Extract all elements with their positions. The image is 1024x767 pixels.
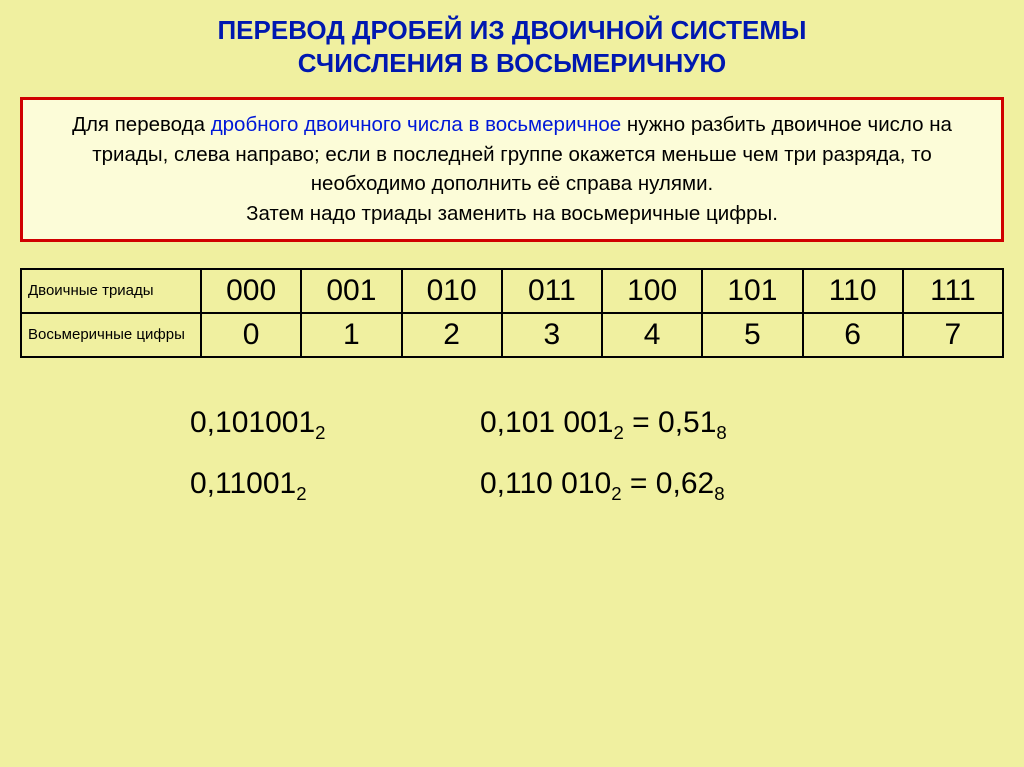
rule-pre: Для перевода [72, 113, 211, 136]
base-sub: 8 [714, 483, 724, 504]
base-sub: 2 [613, 422, 623, 443]
num: 0,11001 [190, 467, 296, 500]
digit-cell: 0 [201, 313, 301, 357]
triad-cell: 001 [301, 269, 401, 313]
rule-box: Для перевода дробного двоичного числа в … [20, 97, 1004, 242]
row-label-digits: Восьмеричные цифры [21, 313, 201, 357]
rule-highlight: дробного двоичного числа в восьмеричное [211, 113, 622, 136]
rule-post2: Затем надо триады заменить на восьмеричн… [246, 202, 778, 225]
examples-block: 0,1010012 0,101 0012 = 0,518 0,110012 0,… [0, 392, 1024, 515]
row-label-triads: Двоичные триады [21, 269, 201, 313]
triads-table: Двоичные триады 000 001 010 011 100 101 … [20, 268, 1004, 358]
digit-cell: 5 [702, 313, 802, 357]
num: 0,62 [656, 467, 714, 500]
example-result: 0,110 0102 = 0,628 [480, 453, 725, 515]
eq: = [622, 467, 656, 500]
base-sub: 2 [611, 483, 621, 504]
slide-title: ПЕРЕВОД ДРОБЕЙ ИЗ ДВОИЧНОЙ СИСТЕМЫ СЧИСЛ… [0, 0, 1024, 97]
digit-cell: 1 [301, 313, 401, 357]
triad-cell: 100 [602, 269, 702, 313]
num: 0,51 [658, 406, 716, 439]
base-sub: 2 [315, 422, 325, 443]
num: 0,101 001 [480, 406, 613, 439]
digit-cell: 2 [402, 313, 502, 357]
num: 0,110 010 [480, 467, 611, 500]
example-result: 0,101 0012 = 0,518 [480, 392, 727, 454]
num: 0,101001 [190, 406, 315, 439]
digit-cell: 7 [903, 313, 1003, 357]
triad-cell: 101 [702, 269, 802, 313]
example-row: 0,110012 0,110 0102 = 0,628 [190, 453, 1004, 515]
eq: = [624, 406, 658, 439]
digit-cell: 6 [803, 313, 903, 357]
triad-cell: 000 [201, 269, 301, 313]
table-row: Двоичные триады 000 001 010 011 100 101 … [21, 269, 1003, 313]
example-input: 0,1010012 [190, 392, 480, 454]
example-row: 0,1010012 0,101 0012 = 0,518 [190, 392, 1004, 454]
triad-cell: 010 [402, 269, 502, 313]
triad-cell: 111 [903, 269, 1003, 313]
base-sub: 8 [716, 422, 726, 443]
digit-cell: 4 [602, 313, 702, 357]
table-row: Восьмеричные цифры 0 1 2 3 4 5 6 7 [21, 313, 1003, 357]
title-line-2: СЧИСЛЕНИЯ В ВОСЬМЕРИЧНУЮ [298, 48, 726, 78]
triad-cell: 110 [803, 269, 903, 313]
title-line-1: ПЕРЕВОД ДРОБЕЙ ИЗ ДВОИЧНОЙ СИСТЕМЫ [217, 15, 806, 45]
triad-cell: 011 [502, 269, 602, 313]
digit-cell: 3 [502, 313, 602, 357]
base-sub: 2 [296, 483, 306, 504]
example-input: 0,110012 [190, 453, 480, 515]
